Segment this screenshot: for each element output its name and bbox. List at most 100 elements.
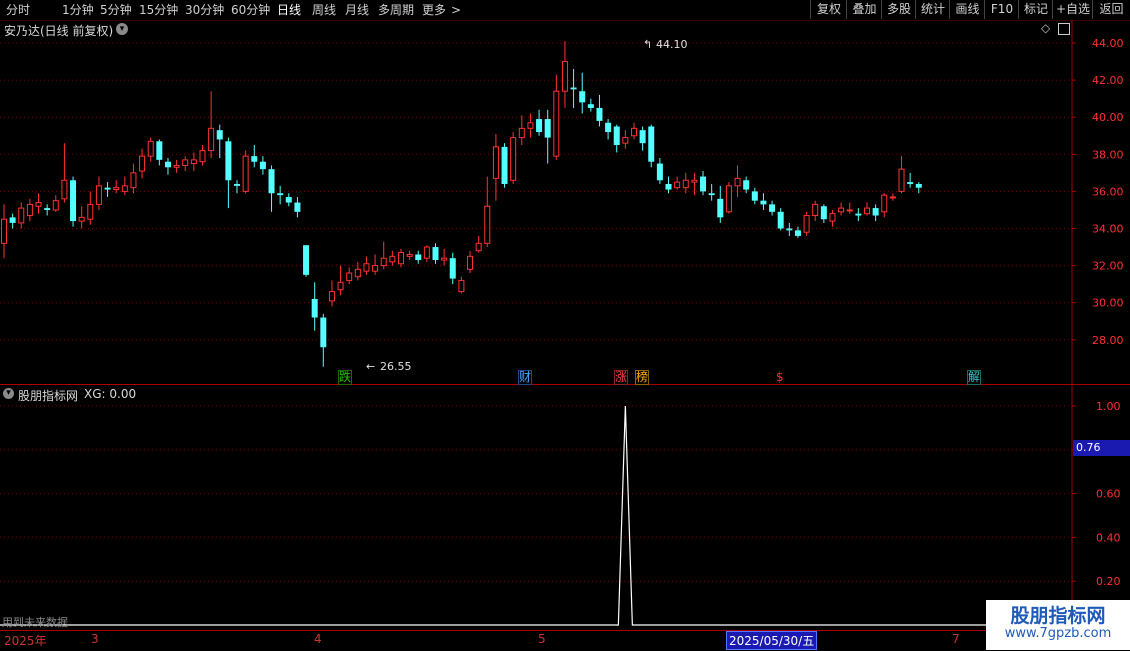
candle: [630, 122, 637, 140]
candle-body: [838, 207, 845, 213]
candle: [44, 204, 51, 216]
tab-weekly[interactable]: 周线: [312, 2, 336, 18]
candle: [812, 200, 819, 222]
candle: [259, 156, 266, 175]
back-button[interactable]: 返回: [1092, 0, 1130, 19]
candle-body: [363, 263, 370, 272]
candle: [406, 250, 413, 261]
event-marker-rise[interactable]: 涨: [614, 370, 629, 385]
event-marker-dollar[interactable]: $: [776, 370, 784, 384]
indicator-title: 股朋指标网: [18, 389, 79, 403]
period-toolbar: 分时 1分钟 5分钟 15分钟 30分钟 60分钟 日线 周线 月线 多周期 更…: [0, 0, 1130, 21]
candle: [518, 115, 525, 146]
panel-toggle-icon[interactable]: [1058, 23, 1070, 35]
candle: [70, 176, 77, 227]
candle-body: [579, 91, 586, 103]
candle-body: [820, 206, 827, 220]
event-marker-finance[interactable]: 财: [518, 370, 533, 385]
candle-body: [208, 127, 215, 152]
candle: [734, 165, 741, 197]
candle-body: [587, 104, 594, 108]
candle: [199, 145, 206, 166]
indicator-line: [0, 405, 1070, 626]
candle: [510, 132, 517, 184]
candlestick-panel[interactable]: 44.00 42.00 40.00 38.00 36.00 34.00 32.00 30.00…: [0, 20, 1130, 385]
candle-body: [173, 164, 180, 168]
adjust-button[interactable]: 复权: [810, 0, 847, 19]
candle-body: [803, 215, 810, 233]
event-marker-list[interactable]: 榜: [635, 370, 650, 385]
candle: [268, 165, 275, 212]
event-marker-drop[interactable]: 跌: [338, 370, 353, 385]
candle: [639, 126, 646, 151]
chevron-right-icon[interactable]: >: [451, 2, 461, 18]
tab-1min[interactable]: 1分钟: [62, 2, 94, 18]
candle: [656, 158, 663, 184]
candle-body: [449, 258, 456, 279]
candle-body: [303, 245, 310, 275]
candle: [674, 176, 681, 190]
candle-body: [492, 146, 499, 179]
candle-body: [527, 122, 534, 129]
date-label-july: 7: [952, 632, 960, 646]
tab-multi-period[interactable]: 多周期: [378, 2, 414, 18]
candle-body: [518, 127, 525, 139]
candle: [363, 256, 370, 275]
diamond-icon[interactable]: ◇: [1041, 21, 1050, 35]
indicator-menu-icon[interactable]: ▾: [3, 388, 14, 399]
tab-5min[interactable]: 5分钟: [100, 2, 132, 18]
candle: [838, 202, 845, 216]
tab-60min[interactable]: 60分钟: [231, 2, 270, 18]
price-tick-label: 38.00: [1092, 148, 1124, 161]
candle-body: [725, 185, 732, 213]
candle-body: [846, 209, 853, 212]
candle: [1, 204, 7, 259]
cursor-date-label: 2025/05/30/五: [726, 631, 818, 650]
candle: [26, 198, 33, 222]
indicator-tick-label: 0.20: [1096, 575, 1121, 588]
tab-more[interactable]: 更多: [422, 2, 446, 18]
price-tick-label: 42.00: [1092, 74, 1124, 87]
candle: [561, 41, 568, 108]
price-grid: [0, 42, 1072, 341]
chevron-down-icon[interactable]: ▾: [116, 23, 128, 35]
candle-body: [61, 179, 68, 200]
candle: [311, 282, 318, 331]
candle: [397, 248, 404, 268]
overlay-button[interactable]: 叠加: [846, 0, 882, 19]
candle: [61, 143, 68, 203]
tab-30min[interactable]: 30分钟: [185, 2, 224, 18]
candle-body: [622, 137, 629, 144]
candle-body: [242, 155, 249, 192]
tab-15min[interactable]: 15分钟: [139, 2, 178, 18]
candle-body: [812, 203, 819, 217]
event-marker-unlock[interactable]: 解: [967, 370, 982, 385]
date-label-may: 5: [538, 632, 546, 646]
candle: [277, 185, 284, 205]
stats-button[interactable]: 统计: [915, 0, 950, 19]
candle-body: [139, 155, 146, 172]
candle: [467, 250, 474, 274]
tab-fenshi[interactable]: 分时: [6, 2, 30, 18]
f10-button[interactable]: F10: [984, 0, 1019, 19]
high-price-marker: 44.10: [656, 38, 688, 51]
candle-body: [907, 182, 914, 184]
candle: [864, 202, 870, 216]
indicator-panel[interactable]: 1.000.800.600.400.20 ▾ 股朋指标网 XG: 0.00 0.…: [0, 385, 1130, 630]
tab-monthly[interactable]: 月线: [345, 2, 369, 18]
watermark-title: 股朋指标网: [1010, 605, 1106, 627]
draw-line-button[interactable]: 画线: [949, 0, 985, 19]
candle: [605, 119, 612, 140]
multi-stock-button[interactable]: 多股: [881, 0, 916, 19]
add-watchlist-button[interactable]: +自选: [1052, 0, 1093, 19]
watermark: 股朋指标网 www.7gpzb.com: [986, 600, 1130, 650]
price-tick-label: 32.00: [1092, 260, 1124, 273]
tab-daily[interactable]: 日线: [277, 2, 301, 18]
candle-body: [35, 202, 42, 207]
mark-button[interactable]: 标记: [1018, 0, 1053, 19]
candle-body: [406, 253, 413, 257]
candle-body: [294, 202, 301, 212]
candle-body: [708, 193, 715, 196]
xg-series-line: [0, 405, 1070, 626]
candle-body: [751, 191, 758, 201]
